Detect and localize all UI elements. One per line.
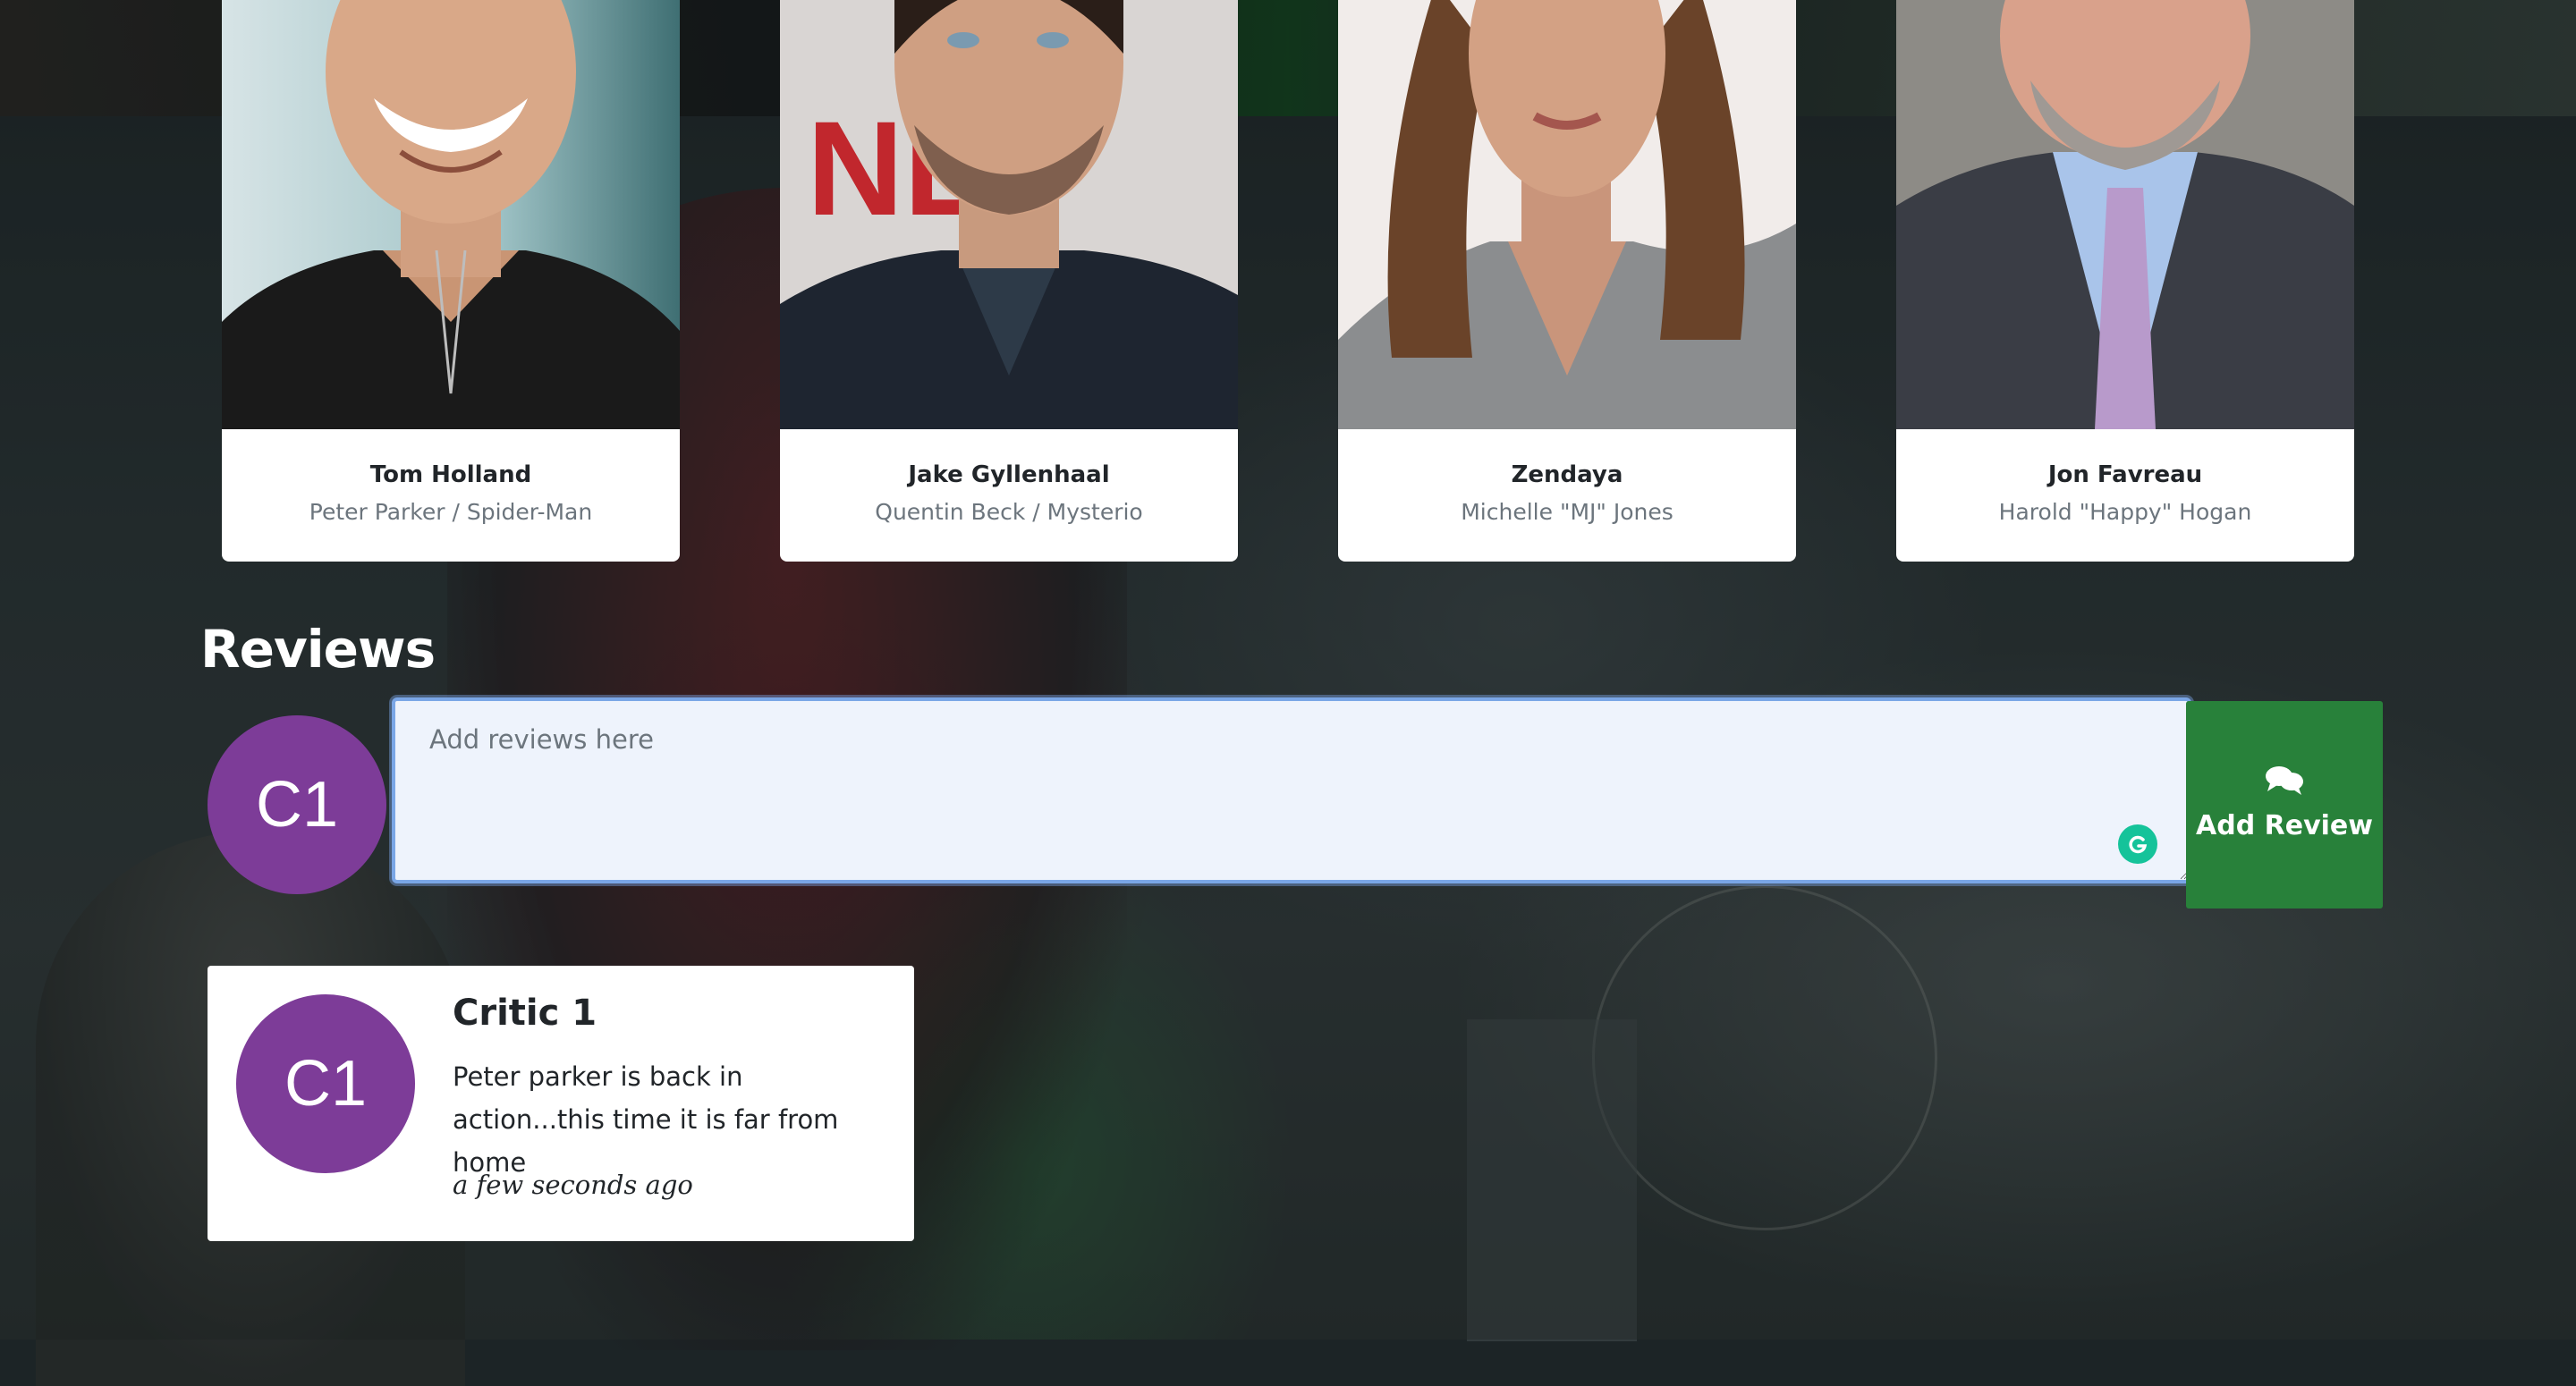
comments-icon: [2266, 766, 2303, 795]
review-text: Peter parker is back in action...this ti…: [453, 1061, 839, 1178]
composer-avatar: C1: [208, 715, 386, 894]
cast-role: Peter Parker / Spider-Man: [309, 499, 593, 525]
cast-info: Jake Gyllenhaal Quentin Beck / Mysterio: [780, 429, 1238, 562]
grammarly-icon[interactable]: [2118, 824, 2157, 864]
cast-photo: [222, 0, 680, 429]
cast-card[interactable]: Jon Favreau Harold "Happy" Hogan: [1896, 0, 2354, 562]
cast-info: Zendaya Michelle "MJ" Jones: [1338, 429, 1796, 562]
review-timestamp: a few seconds ago: [453, 1170, 693, 1200]
cast-info: Tom Holland Peter Parker / Spider-Man: [222, 429, 680, 562]
add-review-button[interactable]: Add Review: [2186, 701, 2383, 909]
cast-card[interactable]: Zendaya Michelle "MJ" Jones: [1338, 0, 1796, 562]
add-review-label: Add Review: [2196, 810, 2373, 841]
cast-name: Tom Holland: [369, 461, 532, 488]
cast-role: Michelle "MJ" Jones: [1461, 499, 1674, 525]
reviews-heading: Reviews: [200, 619, 436, 680]
review-input[interactable]: [392, 697, 2191, 883]
cast-list: Tom Holland Peter Parker / Spider-Man NE…: [222, 0, 2354, 562]
review-author: Critic 1: [453, 993, 597, 1034]
cast-card[interactable]: NE Jake Gyllenhaal Quentin Beck / Myster…: [780, 0, 1238, 562]
cast-card[interactable]: Tom Holland Peter Parker / Spider-Man: [222, 0, 680, 562]
cast-photo: [1338, 0, 1796, 429]
cast-photo: [1896, 0, 2354, 429]
cast-name: Jon Favreau: [2047, 461, 2203, 488]
review-avatar: C1: [236, 994, 415, 1173]
cast-role: Quentin Beck / Mysterio: [875, 499, 1143, 525]
cast-role: Harold "Happy" Hogan: [1998, 499, 2252, 525]
review-card: C1 Critic 1 Peter parker is back in acti…: [208, 966, 914, 1241]
cast-info: Jon Favreau Harold "Happy" Hogan: [1896, 429, 2354, 562]
cast-name: Zendaya: [1511, 461, 1623, 488]
cast-photo: NE: [780, 0, 1238, 429]
cast-name: Jake Gyllenhaal: [908, 461, 1110, 488]
